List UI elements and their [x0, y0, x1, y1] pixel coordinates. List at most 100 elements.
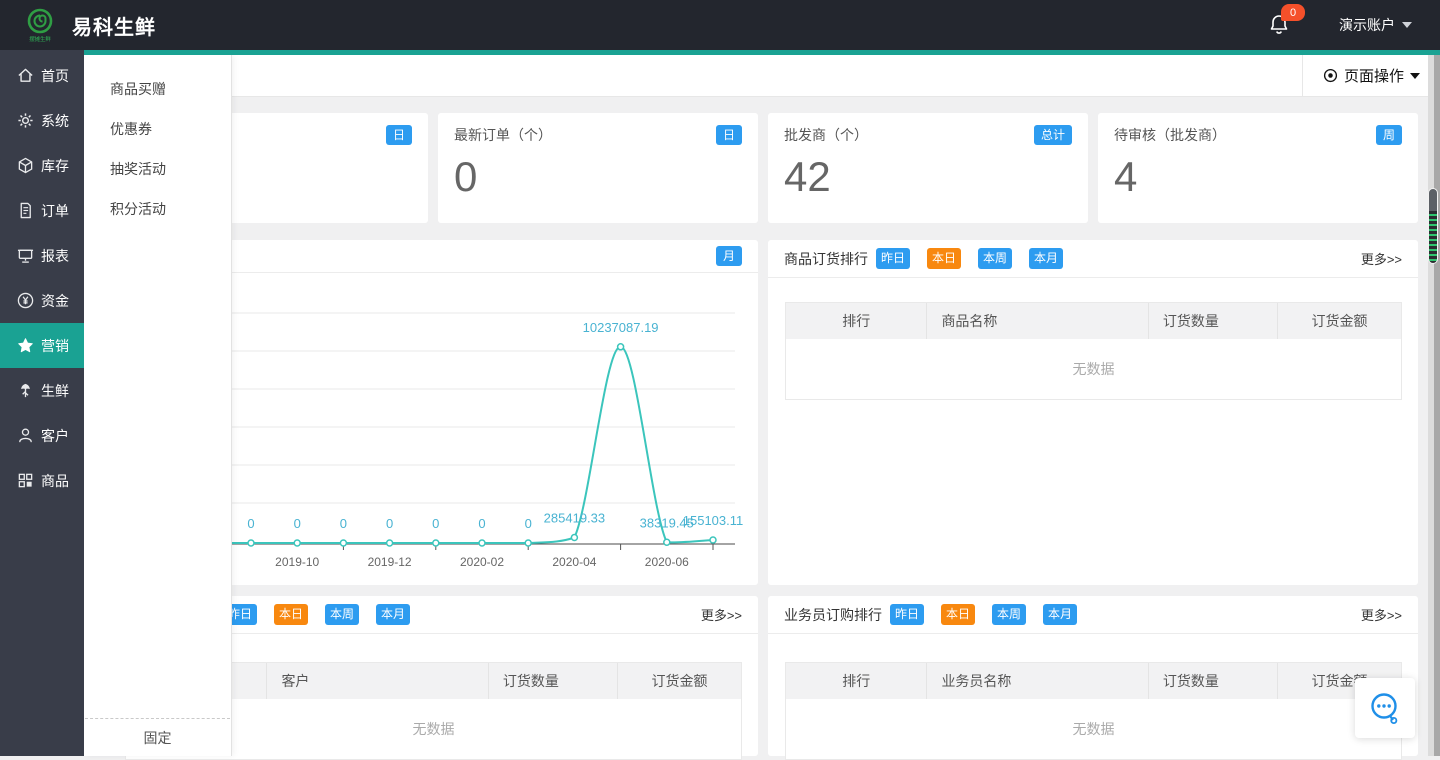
grid-icon: [17, 472, 34, 489]
column-header-rank: 排行: [786, 663, 927, 699]
person-icon: [17, 427, 34, 444]
sidebar-item-marketing[interactable]: 营销: [0, 323, 84, 368]
account-menu[interactable]: 演示账户: [1339, 15, 1412, 35]
svg-text:155103.11: 155103.11: [683, 513, 744, 528]
salesman-ranking-table: 排行 业务员名称 订货数量 订货金额 无数据: [785, 662, 1402, 760]
submenu-item-points[interactable]: 积分活动: [84, 189, 231, 229]
stat-card-title: 批发商（个）: [784, 125, 868, 145]
column-header-qty: 订货数量: [1149, 303, 1278, 339]
sidebar-item-inventory[interactable]: 库存: [0, 143, 84, 188]
more-link[interactable]: 更多>>: [1361, 605, 1402, 624]
tree-icon: [17, 382, 34, 399]
star-icon: [17, 337, 34, 354]
submenu-item-product-gift[interactable]: 商品买赠: [84, 69, 231, 109]
sidebar-item-system[interactable]: 系统: [0, 98, 84, 143]
submenu-item-coupon[interactable]: 优惠券: [84, 109, 231, 149]
filter-month[interactable]: 本月: [376, 604, 410, 625]
page-actions-label: 页面操作: [1344, 65, 1404, 86]
empty-data-text: 无数据: [786, 339, 1401, 399]
record-dot-icon: [1323, 68, 1338, 83]
stat-card-wholesalers: 批发商（个） 总计 42: [768, 113, 1088, 223]
gear-icon: [17, 112, 34, 129]
chart-period-badge: 月: [716, 246, 742, 266]
sidebar-item-goods[interactable]: 商品: [0, 458, 84, 503]
svg-text:0: 0: [247, 516, 254, 531]
scrollbar-thumb[interactable]: [1428, 188, 1438, 264]
empty-data-text: 无数据: [786, 699, 1401, 759]
notification-bell[interactable]: 0: [1267, 12, 1293, 38]
more-link[interactable]: 更多>>: [701, 605, 742, 624]
main-content: 日 最新订单（个） 日 0 批发商（个） 总计 42 待审核（批发商） 周 4: [84, 97, 1440, 756]
column-header-qty: 订货数量: [489, 663, 618, 699]
sidebar-item-label: 营销: [41, 336, 69, 356]
logo-subtext: 摆摊生鲜: [29, 34, 51, 42]
more-link[interactable]: 更多>>: [1361, 249, 1402, 268]
svg-text:2020-02: 2020-02: [460, 555, 504, 569]
home-icon: [17, 67, 34, 84]
sidebar-item-orders[interactable]: 订单: [0, 188, 84, 233]
stat-card-badge: 日: [386, 125, 412, 145]
page-actions-dropdown[interactable]: 页面操作: [1302, 55, 1440, 96]
sidebar-item-label: 生鲜: [41, 381, 69, 401]
product-ranking-panel: 商品订货排行 昨日 本日 本周 本月 更多>> 排行 商品名称 订货数量 订货金…: [768, 240, 1418, 585]
column-header-rank: 排行: [786, 303, 927, 339]
page-toolbar: 页面操作: [84, 55, 1440, 97]
filter-week[interactable]: 本周: [992, 604, 1026, 625]
filter-today[interactable]: 本日: [941, 604, 975, 625]
filter-today[interactable]: 本日: [274, 604, 308, 625]
cube-icon: [17, 157, 34, 174]
stat-card-badge: 总计: [1034, 125, 1072, 145]
sidebar-item-label: 资金: [41, 291, 69, 311]
stat-card-latest-orders: 最新订单（个） 日 0: [438, 113, 758, 223]
sidebar-item-label: 首页: [41, 66, 69, 86]
document-icon: [17, 202, 34, 219]
logo-ring-icon: [27, 8, 53, 34]
filter-yesterday[interactable]: 昨日: [890, 604, 924, 625]
svg-text:0: 0: [294, 516, 301, 531]
scrollbar-track[interactable]: [1428, 55, 1440, 756]
column-header-name: 商品名称: [927, 303, 1148, 339]
sidebar-item-fresh[interactable]: 生鲜: [0, 368, 84, 413]
chat-widget-button[interactable]: [1355, 678, 1415, 738]
salesman-ranking-panel: 业务员订购排行 昨日 本日 本周 本月 更多>> 排行 业务员名称 订货数量 订…: [768, 596, 1418, 756]
filter-week[interactable]: 本周: [325, 604, 359, 625]
app-logo: 摆摊生鲜: [22, 8, 58, 43]
svg-text:0: 0: [525, 516, 532, 531]
filter-today[interactable]: 本日: [927, 248, 961, 269]
sidebar-item-label: 客户: [41, 426, 69, 446]
filter-month[interactable]: 本月: [1043, 604, 1077, 625]
submenu-item-lottery[interactable]: 抽奖活动: [84, 149, 231, 189]
column-header-name: 客户: [267, 663, 488, 699]
sidebar-item-customers[interactable]: 客户: [0, 413, 84, 458]
sidebar-item-label: 订单: [41, 201, 69, 221]
yen-circle-icon: [17, 292, 34, 309]
account-name: 演示账户: [1339, 15, 1395, 35]
stat-cards-row: 日 最新订单（个） 日 0 批发商（个） 总计 42 待审核（批发商） 周 4: [108, 113, 1418, 223]
marketing-submenu: 商品买赠 优惠券 抽奖活动 积分活动 固定: [84, 55, 232, 756]
column-header-amount: 订货金额: [1278, 303, 1401, 339]
panel-title: 业务员订购排行: [784, 605, 882, 625]
product-ranking-table: 排行 商品名称 订货数量 订货金额 无数据: [785, 302, 1402, 400]
svg-text:2019-10: 2019-10: [275, 555, 319, 569]
stat-card-title: 待审核（批发商）: [1114, 125, 1226, 145]
chart-board-icon: [17, 247, 34, 264]
sidebar-item-home[interactable]: 首页: [0, 53, 84, 98]
stat-card-title: 最新订单（个）: [454, 125, 552, 145]
chevron-down-icon: [1410, 73, 1420, 79]
stat-card-badge: 周: [1376, 125, 1402, 145]
stat-card-value: 4: [1114, 153, 1402, 201]
sidebar-item-funds[interactable]: 资金: [0, 278, 84, 323]
svg-text:0: 0: [432, 516, 439, 531]
filter-week[interactable]: 本周: [978, 248, 1012, 269]
sidebar-item-reports[interactable]: 报表: [0, 233, 84, 278]
column-header-name: 业务员名称: [927, 663, 1148, 699]
filter-yesterday[interactable]: 昨日: [876, 248, 910, 269]
accent-strip: [84, 50, 1440, 55]
submenu-pin-button[interactable]: 固定: [85, 718, 230, 756]
svg-text:2019-12: 2019-12: [368, 555, 412, 569]
filter-month[interactable]: 本月: [1029, 248, 1063, 269]
svg-text:0: 0: [340, 516, 347, 531]
notification-count-badge: 0: [1281, 4, 1305, 21]
sidebar-item-label: 报表: [41, 246, 69, 266]
stat-card-badge: 日: [716, 125, 742, 145]
